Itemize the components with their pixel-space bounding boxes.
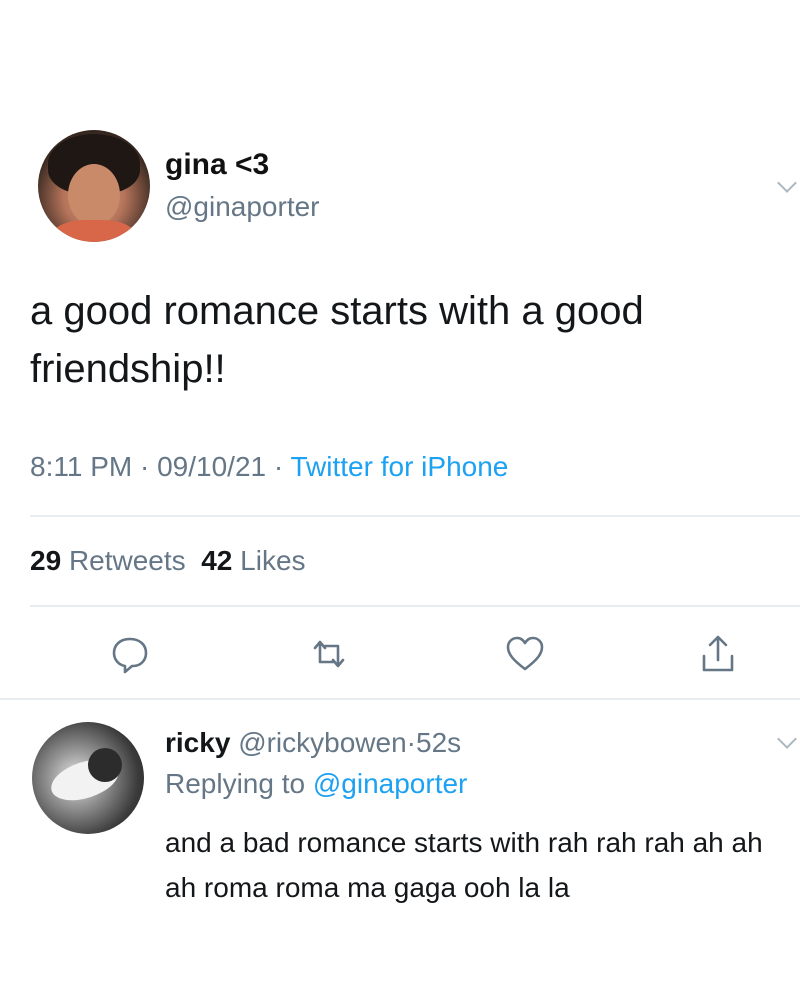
author-display-name[interactable]: gina <3 (165, 148, 269, 182)
tweet-text: a good romance starts with a good friend… (30, 289, 644, 391)
avatar[interactable] (38, 130, 150, 242)
likes-count: 42 (201, 545, 233, 576)
likes-stat[interactable]: 42 Likes (201, 545, 305, 576)
divider (0, 698, 800, 700)
replying-to: Replying to @ginaporter (165, 768, 467, 800)
reply-header: ricky @rickybowen·52s (165, 727, 461, 759)
avatar-face (68, 164, 120, 226)
chevron-down-icon[interactable] (777, 173, 797, 193)
divider (30, 515, 800, 517)
separator: · (406, 727, 416, 758)
tweet-card: gina <3 @ginaporter a good romance start… (0, 0, 800, 1000)
replying-to-label: Replying to (165, 768, 306, 799)
reply-avatar[interactable] (32, 722, 144, 834)
tweet-stats: 29 Retweets 42 Likes (30, 545, 306, 577)
share-icon[interactable] (696, 632, 740, 676)
reply-author-name[interactable]: ricky (165, 727, 230, 758)
retweets-count: 29 (30, 545, 62, 576)
tweet-date[interactable]: 09/10/21 (157, 451, 266, 482)
chevron-down-icon[interactable] (777, 729, 797, 749)
separator: · (132, 451, 158, 482)
like-icon[interactable] (503, 632, 547, 676)
separator: · (266, 451, 291, 482)
reply-text: and a bad romance starts with rah rah ra… (165, 827, 763, 903)
reply-author-handle[interactable]: @rickybowen (238, 727, 406, 758)
replying-to-handle[interactable]: @ginaporter (313, 768, 468, 799)
avatar-shirt (52, 220, 136, 242)
divider (30, 605, 800, 607)
reply-icon[interactable] (108, 632, 152, 676)
reply-age[interactable]: 52s (416, 727, 461, 758)
tweet-metadata: 8:11 PM · 09/10/21 · Twitter for iPhone (30, 451, 508, 483)
author-handle[interactable]: @ginaporter (165, 191, 320, 223)
likes-label: Likes (240, 545, 306, 576)
retweet-icon[interactable] (307, 632, 351, 676)
tweet-time[interactable]: 8:11 PM (30, 451, 132, 482)
avatar-shape (88, 748, 122, 782)
retweets-label: Retweets (68, 545, 186, 576)
tweet-source[interactable]: Twitter for iPhone (290, 451, 508, 482)
retweets-stat[interactable]: 29 Retweets (30, 545, 186, 576)
